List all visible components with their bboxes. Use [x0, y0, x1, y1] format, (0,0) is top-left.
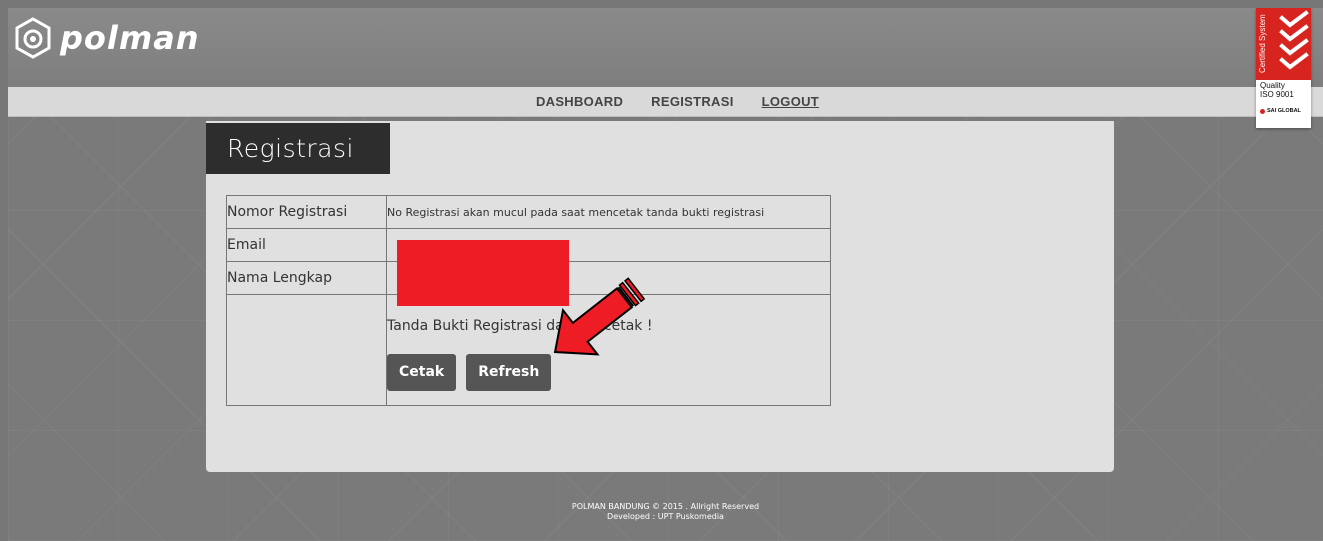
main-nav: DASHBOARD REGISTRASI LOGOUT — [8, 87, 1323, 117]
row-label-email: Email — [226, 228, 387, 262]
annotation-arrow-icon — [553, 277, 646, 356]
nav-logout[interactable]: LOGOUT — [762, 94, 819, 109]
row-label-nama: Nama Lengkap — [226, 261, 387, 295]
logo-text: polman — [60, 19, 200, 57]
print-button[interactable]: Cetak — [387, 353, 457, 391]
footer-developer: Developed : UPT Puskomedia — [607, 512, 724, 521]
badge-red-band: Certified System — [1256, 8, 1311, 80]
nav-dashboard[interactable]: DASHBOARD — [536, 94, 623, 109]
page: polman DASHBOARD REGISTRASI LOGOUT Certi… — [8, 8, 1323, 541]
badge-line1: Quality — [1260, 81, 1285, 90]
footer-copyright: POLMAN BANDUNG © 2015 . Allright Reserve… — [571, 502, 760, 511]
row-label-nomor: Nomor Registrasi — [226, 195, 387, 229]
row-value-nomor: No Registrasi akan mucul pada saat mence… — [386, 195, 831, 229]
content-panel: Registrasi Nomor Registrasi No Registras… — [206, 121, 1114, 472]
table-row: Tanda Bukti Registrasi dapat dicetak ! C… — [226, 294, 831, 406]
header: polman — [8, 8, 1323, 87]
checkmarks-icon — [1279, 10, 1309, 70]
badge-issuer: SAI GLOBAL — [1260, 108, 1310, 114]
page-title: Registrasi — [206, 123, 390, 174]
badge-certified-text: Certified System — [1258, 14, 1267, 74]
badge-line2: ISO 9001 — [1260, 90, 1294, 99]
iso-certification-badge: Certified System Quality ISO 9001 SAI GL… — [1256, 8, 1311, 128]
polman-emblem-icon — [15, 17, 51, 59]
badge-issuer-text: SAI GLOBAL — [1267, 108, 1301, 114]
footer: POLMAN BANDUNG © 2015 . Allright Reserve… — [8, 502, 1323, 522]
polman-logo[interactable]: polman — [14, 13, 200, 63]
badge-quality-text: Quality ISO 9001 — [1260, 81, 1310, 99]
table-row: Nomor Registrasi No Registrasi akan mucu… — [226, 195, 831, 229]
nav-registrasi[interactable]: REGISTRASI — [651, 94, 733, 109]
sai-logo-icon — [1260, 108, 1265, 114]
row-label-empty — [226, 294, 387, 406]
